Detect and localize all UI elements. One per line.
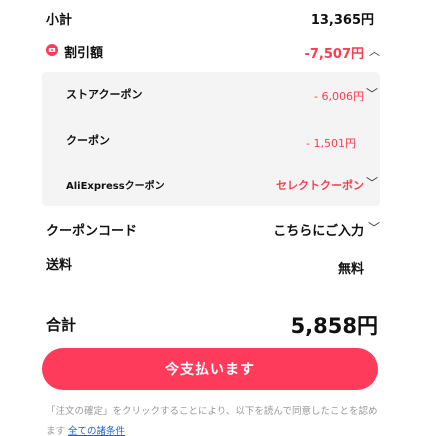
coupon-code-label: クーポンコード: [46, 224, 138, 239]
coupon-value: - 1,501円: [306, 137, 356, 150]
total-value: 5,858円: [290, 314, 378, 338]
subtotal-label: 小計: [46, 13, 73, 28]
coupon-icon: [46, 44, 58, 56]
store-coupon-label: ストアクーポン: [66, 88, 143, 101]
aliexpress-coupon-value: セレクトクーポン: [276, 179, 364, 192]
chevron-down-icon[interactable]: ﹀: [366, 174, 378, 191]
pay-now-button[interactable]: 今支払います: [42, 348, 378, 390]
discount-label: 割引額: [64, 46, 104, 61]
discount-value: -7,507円: [304, 47, 364, 62]
chevron-down-icon[interactable]: ﹀: [368, 219, 380, 236]
shipping-label: 送料: [46, 258, 73, 273]
shipping-value: 無料: [337, 262, 364, 277]
subtotal-value: 13,365円: [310, 13, 374, 28]
coupon-code-input[interactable]: こちらにご入力: [273, 220, 364, 239]
chevron-up-icon[interactable]: ︿: [369, 43, 380, 59]
store-coupon-value: - 6,006円: [314, 90, 364, 103]
terms-link[interactable]: 全ての諸条件: [68, 426, 125, 436]
coupon-label: クーポン: [66, 134, 110, 147]
chevron-down-icon[interactable]: ﹀: [366, 85, 378, 102]
terms-notice: 「注文の確定」をクリックすることにより、以下を読んで同意したことを認めます 全て…: [46, 402, 386, 436]
aliexpress-coupon-label: AliExpressクーポン: [66, 181, 165, 192]
total-label: 合計: [46, 316, 77, 334]
